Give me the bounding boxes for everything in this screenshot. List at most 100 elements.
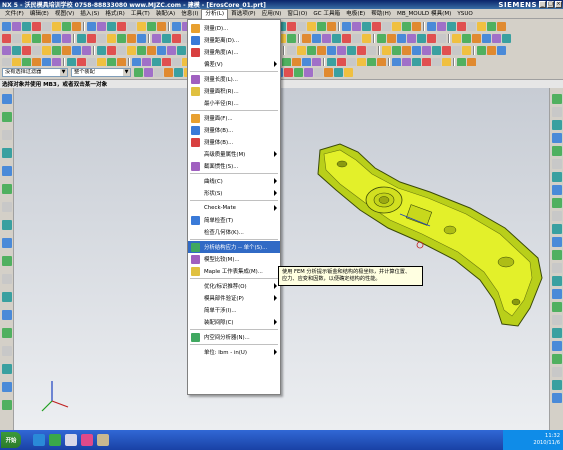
- side-tool-icon[interactable]: [552, 237, 562, 247]
- toolbar-tool-icon[interactable]: [52, 22, 61, 31]
- side-tool-icon[interactable]: [552, 120, 562, 130]
- menu-1[interactable]: 编辑(E): [27, 9, 52, 19]
- toolbar-tool-icon[interactable]: [352, 22, 361, 31]
- toolbar-tool-icon[interactable]: [397, 34, 406, 43]
- toolbar-tool-icon[interactable]: [12, 34, 21, 43]
- side-tool-icon[interactable]: [2, 328, 12, 338]
- side-tool-icon[interactable]: [2, 292, 12, 302]
- side-tool-icon[interactable]: [2, 382, 12, 392]
- toolbar-tool-icon[interactable]: [302, 34, 311, 43]
- toolbar-tool-icon[interactable]: [412, 22, 421, 31]
- analysis-menu-item-5[interactable]: 测量面积(R)...: [188, 85, 280, 97]
- side-tool-icon[interactable]: [552, 250, 562, 260]
- toolbar-tool-icon[interactable]: [307, 22, 316, 31]
- toolbar-tool-icon[interactable]: [167, 46, 176, 55]
- menu-5[interactable]: 工具(T): [128, 9, 153, 19]
- toolbar-tool-icon[interactable]: [377, 34, 386, 43]
- side-tool-icon[interactable]: [2, 364, 12, 374]
- analysis-menu-item-1[interactable]: 测量距离(D)...: [188, 34, 280, 46]
- toolbar-tool-icon[interactable]: [317, 46, 326, 55]
- side-tool-icon[interactable]: [552, 185, 562, 195]
- toolbar-tool-icon[interactable]: [72, 46, 81, 55]
- snap-point-icon[interactable]: [344, 67, 353, 77]
- snap-point-icon[interactable]: [324, 67, 333, 77]
- close-button[interactable]: ×: [555, 1, 562, 8]
- toolbar-tool-icon[interactable]: [287, 34, 296, 43]
- toolbar-tool-icon[interactable]: [422, 46, 431, 55]
- toolbar-tool-icon[interactable]: [402, 22, 411, 31]
- toolbar-tool-icon[interactable]: [477, 46, 486, 55]
- toolbar-tool-icon[interactable]: [62, 46, 71, 55]
- toolbar-tool-icon[interactable]: [127, 34, 136, 43]
- snap-point-icon[interactable]: [334, 67, 343, 77]
- toolbar-tool-icon[interactable]: [172, 22, 181, 31]
- toolbar-tool-icon[interactable]: [87, 34, 96, 43]
- side-tool-icon[interactable]: [2, 256, 12, 266]
- side-tool-icon[interactable]: [2, 400, 12, 410]
- toolbar-tool-icon[interactable]: [22, 34, 31, 43]
- toolbar-tool-icon[interactable]: [347, 46, 356, 55]
- menu-12[interactable]: GC 工具箱: [310, 9, 343, 19]
- toolbar-tool-icon[interactable]: [392, 46, 401, 55]
- toolbar-tool-icon[interactable]: [147, 46, 156, 55]
- toolbar-tool-icon[interactable]: [97, 22, 106, 31]
- side-tool-icon[interactable]: [2, 130, 12, 140]
- toolbar-tool-icon[interactable]: [472, 34, 481, 43]
- toolbar-tool-icon[interactable]: [137, 34, 146, 43]
- quicklaunch-explorer-icon[interactable]: [97, 434, 109, 446]
- menu-10[interactable]: 应用(N): [259, 9, 285, 19]
- toolbar-tool-icon[interactable]: [107, 34, 116, 43]
- side-tool-icon[interactable]: [552, 341, 562, 351]
- analysis-menu-item-10[interactable]: 高级质量属性(M): [188, 148, 280, 160]
- toolbar-tool-icon[interactable]: [307, 46, 316, 55]
- toolbar-tool-icon[interactable]: [497, 46, 506, 55]
- toolbar-tool-icon[interactable]: [477, 22, 486, 31]
- side-tool-icon[interactable]: [552, 393, 562, 403]
- toolbar-tool-icon[interactable]: [87, 22, 96, 31]
- side-tool-icon[interactable]: [2, 202, 12, 212]
- quicklaunch-browser-icon[interactable]: [49, 434, 61, 446]
- toolbar-tool-icon[interactable]: [2, 34, 11, 43]
- menu-0[interactable]: 文件(F): [2, 9, 27, 19]
- snap-point-icon[interactable]: [154, 67, 163, 77]
- toolbar-tool-icon[interactable]: [137, 46, 146, 55]
- side-tool-icon[interactable]: [552, 107, 562, 117]
- analysis-menu-item-2[interactable]: 测量角度(A)...: [188, 46, 280, 58]
- menu-15[interactable]: MB_MOULD 模具(M): [394, 9, 454, 19]
- toolbar-tool-icon[interactable]: [42, 34, 51, 43]
- toolbar-tool-icon[interactable]: [52, 46, 61, 55]
- toolbar-tool-icon[interactable]: [487, 46, 496, 55]
- toolbar-tool-icon[interactable]: [452, 46, 461, 55]
- menu-4[interactable]: 格式(R): [102, 9, 127, 19]
- toolbar-tool-icon[interactable]: [412, 46, 421, 55]
- side-tool-icon[interactable]: [552, 328, 562, 338]
- side-tool-icon[interactable]: [552, 94, 562, 104]
- toolbar-tool-icon[interactable]: [287, 22, 296, 31]
- toolbar-tool-icon[interactable]: [447, 22, 456, 31]
- toolbar-tool-icon[interactable]: [352, 34, 361, 43]
- analysis-menu-item-9[interactable]: 测量体(B)...: [188, 136, 280, 148]
- toolbar-tool-icon[interactable]: [367, 46, 376, 55]
- side-tool-icon[interactable]: [2, 274, 12, 284]
- menu-3[interactable]: 插入(S): [77, 9, 102, 19]
- toolbar-tool-icon[interactable]: [487, 22, 496, 31]
- start-button[interactable]: 开始: [1, 432, 21, 448]
- toolbar-tool-icon[interactable]: [72, 22, 81, 31]
- toolbar-tool-icon[interactable]: [497, 22, 506, 31]
- toolbar-tool-icon[interactable]: [332, 34, 341, 43]
- toolbar-tool-icon[interactable]: [322, 34, 331, 43]
- menu-6[interactable]: 装配(A): [153, 9, 178, 19]
- toolbar-tool-icon[interactable]: [2, 46, 11, 55]
- analysis-menu-item-3[interactable]: 偏差(V): [188, 58, 280, 70]
- analysis-menu-item-4[interactable]: 测量长度(L)...: [188, 73, 280, 85]
- side-tool-icon[interactable]: [2, 310, 12, 320]
- toolbar-tool-icon[interactable]: [312, 34, 321, 43]
- toolbar-tool-icon[interactable]: [287, 46, 296, 55]
- snap-point-icon[interactable]: [164, 67, 173, 77]
- toolbar-tool-icon[interactable]: [127, 46, 136, 55]
- toolbar-tool-icon[interactable]: [117, 34, 126, 43]
- toolbar-tool-icon[interactable]: [97, 34, 106, 43]
- toolbar-tool-icon[interactable]: [362, 34, 371, 43]
- toolbar-tool-icon[interactable]: [462, 46, 471, 55]
- analysis-menu-item-6[interactable]: 最小半径(R)...: [188, 97, 280, 109]
